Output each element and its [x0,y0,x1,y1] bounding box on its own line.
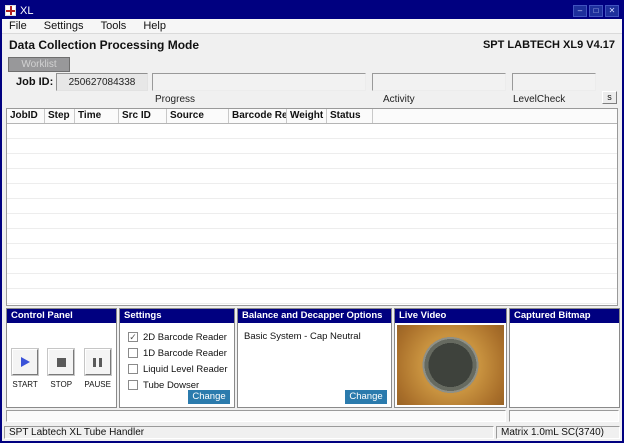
progress-field [152,73,366,91]
live-video-title: Live Video [395,309,506,323]
version-label: SPT LABTECH XL9 V4.17 [482,39,615,51]
menu-tools[interactable]: Tools [94,19,134,33]
message-strip-left [6,410,506,422]
levelcheck-label: LevelCheck [513,94,566,105]
checkbox-label: Tube Dowser [143,379,200,391]
play-icon [20,357,30,367]
menu-file[interactable]: File [2,19,34,33]
minimize-icon[interactable]: – [573,4,587,17]
stop-button[interactable] [48,349,75,375]
control-panel-body: START STOP PAUSE [7,323,116,407]
option-1d-barcode-reader: 1D Barcode Reader [120,345,234,361]
menu-bar: File Settings Tools Help [2,19,622,34]
settings-panel-title: Settings [120,309,234,323]
results-table: JobID Step Time Src ID Source Barcode Re… [6,108,618,306]
header: Data Collection Processing Mode SPT LABT… [2,35,622,55]
captured-bitmap-body [510,323,619,407]
column-status[interactable]: Status [327,109,373,123]
control-panel: Control Panel START STOP PAUSE [6,308,117,408]
app-icon[interactable] [5,5,16,16]
menu-help[interactable]: Help [136,19,173,33]
stop-icon [56,357,66,367]
balance-panel: Balance and Decapper Options Basic Syste… [237,308,392,408]
checkbox-liquid-level[interactable] [128,364,138,374]
option-liquid-level-reader: Liquid Level Reader [120,361,234,377]
checkbox-tube-dowser[interactable] [128,380,138,390]
status-text: SPT Labtech XL Tube Handler [4,426,494,439]
s-button[interactable]: s [602,91,617,104]
table-header-row: JobID Step Time Src ID Source Barcode Re… [7,109,617,124]
start-label: START [12,380,38,389]
stop-label: STOP [50,380,73,389]
tube-camera-image [397,325,504,405]
status-bar: SPT Labtech XL Tube Handler Matrix 1.0mL… [2,424,622,441]
menu-settings[interactable]: Settings [37,19,91,33]
balance-panel-title: Balance and Decapper Options [238,309,391,323]
app-window: XL – □ ✕ File Settings Tools Help Data C… [0,0,624,443]
checkbox-label: Liquid Level Reader [143,363,228,375]
pause-icon [93,357,103,367]
activity-field [372,73,506,91]
column-filler [373,109,617,123]
column-weight[interactable]: Weight [287,109,327,123]
close-icon[interactable]: ✕ [605,4,619,17]
column-time[interactable]: Time [75,109,119,123]
settings-change-button[interactable]: Change [188,390,230,404]
balance-change-button[interactable]: Change [345,390,387,404]
levelcheck-field [512,73,596,91]
column-jobid[interactable]: JobID [7,109,45,123]
page-title: Data Collection Processing Mode [9,38,200,52]
message-strip-right [509,410,619,422]
settings-panel: Settings ✓ 2D Barcode Reader 1D Barcode … [119,308,235,408]
balance-panel-body: Basic System - Cap Neutral Change [238,323,391,407]
live-video-panel: Live Video [394,308,507,408]
settings-panel-body: ✓ 2D Barcode Reader 1D Barcode Reader Li… [120,323,234,407]
maximize-icon[interactable]: □ [589,4,603,17]
captured-bitmap-panel: Captured Bitmap [509,308,620,408]
column-barcode[interactable]: Barcode Re... [229,109,287,123]
window-title: XL [20,4,34,17]
table-body-empty [7,124,617,305]
pause-label: PAUSE [84,380,111,389]
pause-button[interactable] [84,349,111,375]
progress-label: Progress [155,94,196,105]
balance-config-text: Basic System - Cap Neutral [244,331,361,342]
activity-label: Activity [383,94,415,105]
column-src-id[interactable]: Src ID [119,109,167,123]
status-rack-type: Matrix 1.0mL SC(3740) [496,426,620,439]
job-id-field[interactable]: 250627084338 [56,73,148,91]
option-2d-barcode-reader: ✓ 2D Barcode Reader [120,329,234,345]
checkbox-1d-barcode[interactable] [128,348,138,358]
checkbox-2d-barcode[interactable]: ✓ [128,332,138,342]
title-bar[interactable]: XL – □ ✕ [2,2,622,19]
control-panel-title: Control Panel [7,309,116,323]
checkbox-label: 1D Barcode Reader [143,347,227,359]
live-video-body [395,323,506,407]
captured-bitmap-title: Captured Bitmap [510,309,619,323]
column-step[interactable]: Step [45,109,75,123]
job-id-label: Job ID: [16,76,54,88]
worklist-button[interactable]: Worklist [8,57,70,72]
checkbox-label: 2D Barcode Reader [143,331,227,343]
column-source[interactable]: Source [167,109,229,123]
start-button[interactable] [12,349,39,375]
